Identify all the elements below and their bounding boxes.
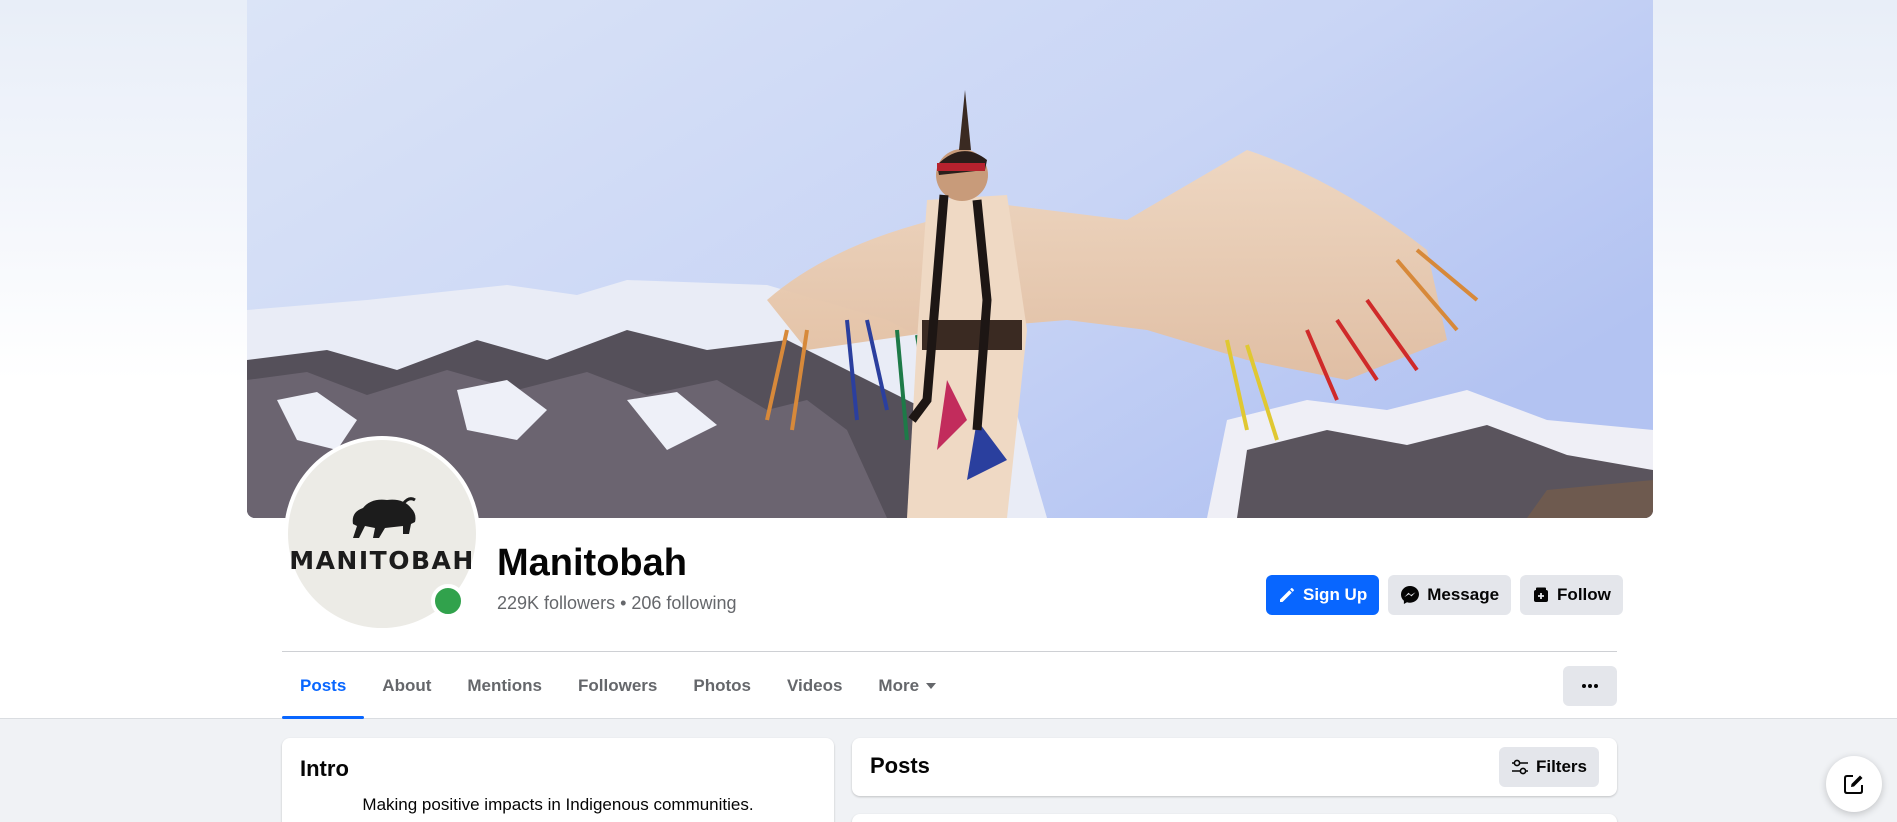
profile-tabs: Posts About Mentions Followers Photos Vi… <box>282 652 955 719</box>
compose-icon <box>1844 775 1863 794</box>
follow-stats: 229K followers • 206 following <box>497 593 736 614</box>
intro-title: Intro <box>300 756 349 781</box>
bison-icon <box>352 496 416 538</box>
tab-label: About <box>382 675 432 695</box>
avatar-logo-text: MANITOBAH <box>289 545 475 575</box>
message-button[interactable]: Message <box>1388 575 1512 615</box>
tab-label: Photos <box>693 675 751 695</box>
filters-label: Filters <box>1535 757 1587 776</box>
tab-label: Followers <box>578 675 658 695</box>
tab-label: Mentions <box>467 675 542 695</box>
tab-followers[interactable]: Followers <box>560 652 675 719</box>
tab-label: Videos <box>786 675 843 695</box>
cover-image <box>247 0 1653 518</box>
followers-count[interactable]: 229K followers <box>497 593 615 613</box>
page-title: Manitobah <box>497 542 687 584</box>
tab-photos[interactable]: Photos <box>675 652 769 719</box>
intro-card: Intro Making positive impacts in Indigen… <box>282 738 834 822</box>
filters-button[interactable]: Filters <box>1498 747 1599 787</box>
more-dots-icon <box>1582 684 1598 688</box>
sign-up-label: Sign Up <box>1303 585 1368 604</box>
intro-bio: Making positive impacts in Indigenous co… <box>362 795 754 814</box>
caret-down-icon <box>926 682 937 689</box>
follow-button[interactable]: Follow <box>1520 575 1623 615</box>
post-card <box>852 814 1617 822</box>
profile-header: MANITOBAH Manitobah 229K followers • 206 f… <box>0 0 1897 719</box>
tab-mentions[interactable]: Mentions <box>449 652 560 719</box>
online-status-indicator <box>431 584 465 618</box>
follow-icon <box>1534 587 1549 602</box>
tab-about[interactable]: About <box>364 652 449 719</box>
tab-videos[interactable]: Videos <box>769 652 860 719</box>
cover-photo[interactable] <box>247 0 1653 518</box>
sliders-icon <box>1511 759 1528 775</box>
page-options-button[interactable] <box>1563 666 1617 706</box>
page-actions: Sign Up Message Follow <box>1266 575 1623 615</box>
stats-separator: • <box>620 593 627 613</box>
following-count[interactable]: 206 following <box>631 593 736 613</box>
posts-title: Posts <box>870 753 930 778</box>
tab-label: More <box>878 675 920 695</box>
messenger-icon <box>1401 586 1420 604</box>
tab-label: Posts <box>300 675 347 695</box>
tab-posts[interactable]: Posts <box>282 652 365 719</box>
message-label: Message <box>1427 585 1500 604</box>
compose-button[interactable] <box>1826 756 1882 812</box>
pencil-icon <box>1280 588 1294 602</box>
sign-up-button[interactable]: Sign Up <box>1266 575 1380 615</box>
follow-label: Follow <box>1557 585 1611 604</box>
tab-more[interactable]: More <box>860 652 955 719</box>
posts-header-card: Posts Filters <box>852 738 1617 796</box>
